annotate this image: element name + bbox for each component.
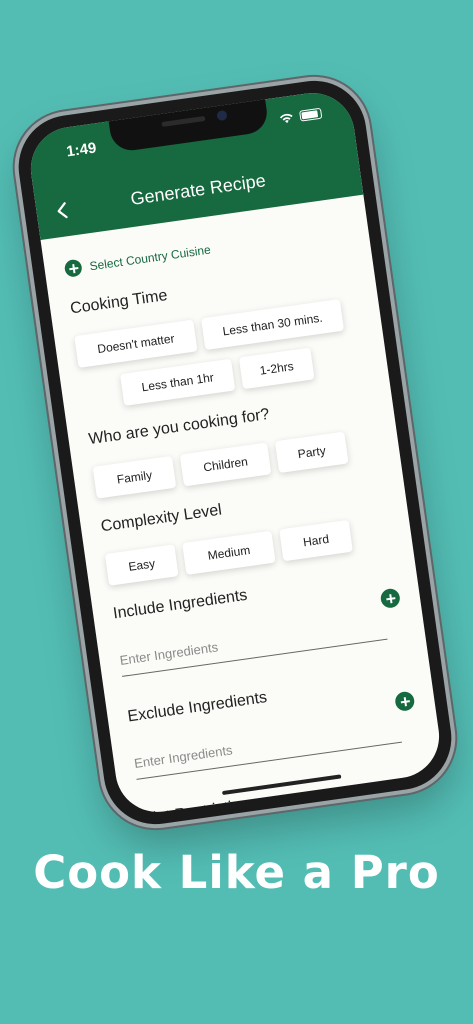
complexity-option[interactable]: Easy: [104, 544, 179, 586]
cooking-time-option[interactable]: Less than 30 mins.: [201, 298, 345, 351]
add-exclude-ingredient-button[interactable]: [394, 690, 416, 713]
battery-icon: [299, 107, 323, 122]
audience-option[interactable]: Family: [92, 455, 177, 499]
tagline: Cook Like a Pro: [33, 846, 440, 899]
app-screen: 1:49 Generate Recipe Select Country Cuis…: [25, 87, 445, 818]
select-cuisine-label: Select Country Cuisine: [88, 241, 212, 273]
status-icons: [278, 107, 323, 125]
select-cuisine-button[interactable]: Select Country Cuisine: [63, 241, 212, 278]
phone-mockup: 1:49 Generate Recipe Select Country Cuis…: [11, 74, 459, 831]
plus-circle-icon: [63, 258, 83, 278]
speaker-grille: [161, 115, 206, 127]
front-camera: [216, 109, 228, 122]
include-ingredients-input[interactable]: Enter Ingredients: [118, 615, 388, 677]
complexity-option[interactable]: Hard: [279, 519, 353, 562]
add-include-ingredient-button[interactable]: [379, 587, 402, 610]
exclude-ingredients-input[interactable]: Enter Ingredients: [133, 718, 402, 780]
cooking-time-option[interactable]: 1-2hrs: [238, 347, 315, 390]
cooking-time-title: Cooking Time: [69, 286, 169, 318]
audience-option[interactable]: Children: [179, 442, 272, 487]
audience-title: Who are you cooking for?: [87, 405, 271, 449]
include-ingredients-title: Include Ingredients: [112, 586, 249, 623]
status-time: 1:49: [65, 139, 98, 161]
exclude-ingredients-title: Exclude Ingredients: [126, 689, 269, 726]
audience-option[interactable]: Party: [274, 431, 349, 474]
back-button[interactable]: [49, 197, 74, 224]
complexity-title: Complexity Level: [99, 501, 223, 536]
wifi-icon: [279, 113, 293, 124]
cooking-time-option[interactable]: Doesn't matter: [74, 319, 198, 368]
complexity-option[interactable]: Medium: [182, 530, 276, 575]
cooking-time-option[interactable]: Less than 1hr: [119, 358, 236, 406]
chevron-left-icon: [57, 202, 68, 219]
